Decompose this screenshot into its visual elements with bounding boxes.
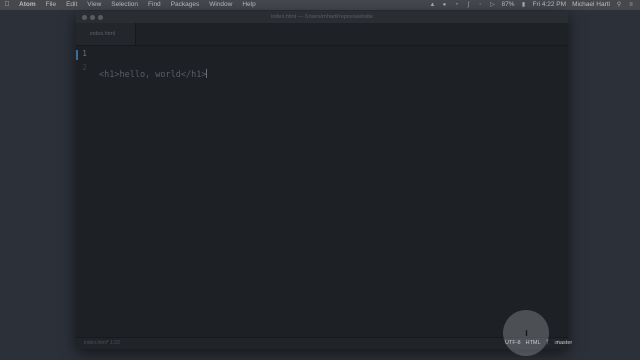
text-caret xyxy=(206,69,208,78)
minimize-window-icon[interactable] xyxy=(90,14,95,20)
zoom-window-icon[interactable] xyxy=(98,14,103,20)
line-gutter: 1 2 xyxy=(76,46,98,338)
git-branch[interactable]: ᛉ master xyxy=(546,338,578,349)
tab-bar: index.html xyxy=(76,23,568,46)
menu-help[interactable]: Help xyxy=(237,0,260,10)
spotlight-search-icon[interactable]: ⚲ xyxy=(616,2,622,8)
menu-bar:  Atom File Edit View Selection Find Pac… xyxy=(0,0,640,10)
user-name[interactable]: Michael Hartl xyxy=(572,0,610,10)
line-number: 2 xyxy=(82,63,87,72)
menu-packages[interactable]: Packages xyxy=(166,0,205,10)
menu-file[interactable]: File xyxy=(41,0,61,10)
menu-extras: ▲ ● ◔ ∫ ◦ ▷ 87% ▮ Fri 4:22 PM Michael Ha… xyxy=(423,0,634,10)
menu-window[interactable]: Window xyxy=(204,0,237,10)
text-editor[interactable]: 1 2 <h1>hello, world</h1> xyxy=(76,46,568,338)
cursor-line-marker xyxy=(76,50,78,60)
menu-view[interactable]: View xyxy=(82,0,106,10)
menu-app-atom[interactable]: Atom xyxy=(14,0,41,10)
file-position[interactable]: index.html* 1:22 xyxy=(84,338,120,349)
code-area[interactable]: <h1>hello, world</h1> xyxy=(99,49,208,135)
status-bar-highlighted: UTF-8 HTML ᛉ master xyxy=(505,338,582,349)
sync-icon[interactable]: ● xyxy=(441,2,447,8)
code-text: <h1>hello, world</h1> xyxy=(99,70,207,80)
apple-icon[interactable]:  xyxy=(0,0,14,10)
ibeam-cursor-icon: I xyxy=(525,329,528,338)
menu-find[interactable]: Find xyxy=(143,0,166,10)
close-window-icon[interactable] xyxy=(82,14,87,20)
git-branch-icon: ᛉ xyxy=(545,340,549,346)
tab-index-html[interactable]: index.html xyxy=(76,23,136,45)
title-bar[interactable]: index.html — /Users/mhartl/repos/website xyxy=(76,11,568,23)
status-bar: index.html* 1:22 LF xyxy=(76,337,568,349)
window-title: index.html — /Users/mhartl/repos/website xyxy=(271,14,373,20)
battery-percent[interactable]: 87% xyxy=(501,0,514,10)
encoding[interactable]: UTF-8 xyxy=(505,338,521,349)
bluetooth-icon[interactable]: ∫ xyxy=(465,2,471,8)
menu-edit[interactable]: Edit xyxy=(61,0,82,10)
editor-window: index.html — /Users/mhartl/repos/website… xyxy=(76,11,568,349)
menu-selection[interactable]: Selection xyxy=(106,0,143,10)
dropbox-icon[interactable]: ▲ xyxy=(429,2,435,8)
branch-name: master xyxy=(555,340,573,346)
code-line[interactable] xyxy=(99,102,207,115)
notification-center-icon[interactable]: ≡ xyxy=(628,2,634,8)
battery-icon[interactable]: ▮ xyxy=(520,2,526,8)
desktop:  Atom File Edit View Selection Find Pac… xyxy=(0,0,640,360)
time-machine-icon[interactable]: ◔ xyxy=(453,2,459,8)
tab-label: index.html xyxy=(90,31,116,37)
wifi-icon[interactable]: ◦ xyxy=(477,2,483,8)
code-line[interactable]: <h1>hello, world</h1> xyxy=(99,69,208,82)
line-number: 1 xyxy=(82,49,87,58)
clock[interactable]: Fri 4:22 PM xyxy=(532,0,566,10)
volume-icon[interactable]: ▷ xyxy=(489,2,495,8)
grammar[interactable]: HTML xyxy=(526,338,541,349)
